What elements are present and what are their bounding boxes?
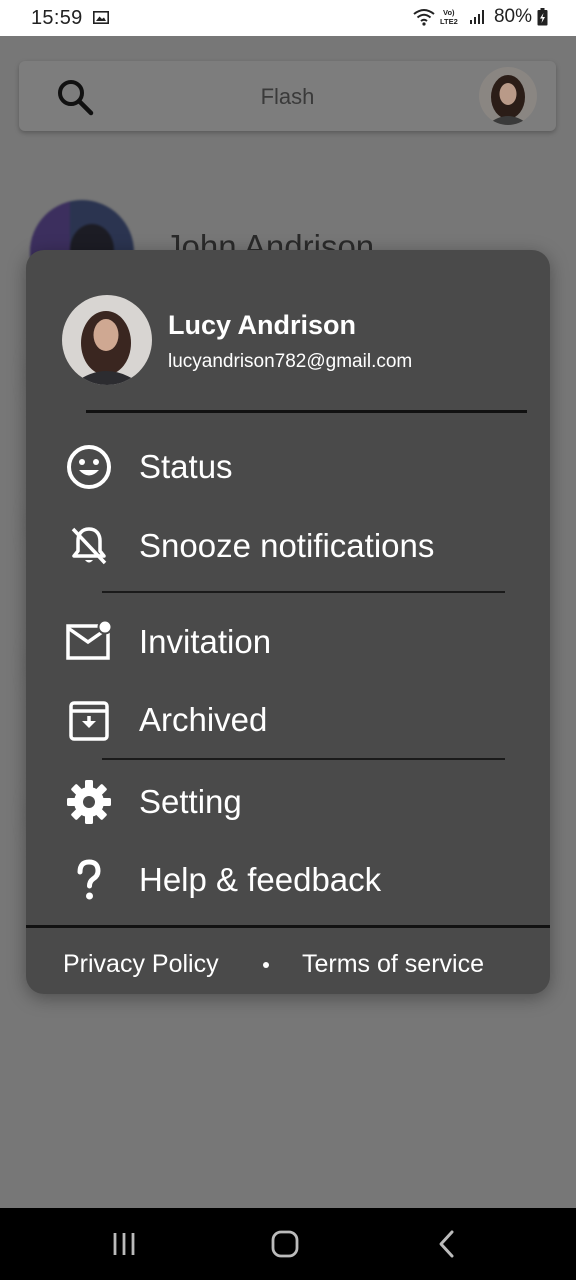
menu-label: Setting [139,783,242,820]
profile-avatar[interactable] [479,67,537,125]
menu-item-archived[interactable]: Archived [26,684,550,754]
menu-label: Snooze notifications [139,527,435,564]
menu-item-setting[interactable]: Setting [26,766,550,836]
footer-divider [26,925,550,928]
divider [102,591,505,593]
account-menu: Lucy Andrison lucyandrison782@gmail.com … [26,250,550,994]
archive-icon [69,701,109,741]
status-bar: 15:59 Vo) LTE2 80% [0,0,576,36]
smiley-icon [67,445,111,489]
volte-icon: Vo) LTE2 [440,8,458,26]
question-icon [77,859,101,900]
mail-unread-icon [66,619,113,660]
menu-item-status[interactable]: Status [26,431,550,501]
notifications-off-icon [71,527,107,565]
gallery-icon [93,11,109,24]
status-icons: Vo) LTE2 80% [413,6,548,28]
privacy-policy-link[interactable]: Privacy Policy [63,950,219,979]
menu-label: Archived [139,701,268,738]
signal-icon [469,10,484,24]
gear-icon [67,780,111,824]
back-icon[interactable] [427,1228,467,1260]
divider [102,758,505,760]
battery-percent: 80% [493,6,532,27]
menu-label: Invitation [139,623,272,660]
user-name: Lucy Andrison [168,310,357,340]
menu-item-snooze-notifications[interactable]: Snooze notifications [26,510,550,580]
status-time: 15:59 [31,7,83,29]
battery-charging-icon [537,8,548,26]
user-email: lucyandrison782@gmail.com [168,351,413,372]
user-avatar[interactable] [62,295,152,385]
svg-text:Vo): Vo) [443,8,455,17]
terms-of-service-link[interactable]: Terms of service [302,950,484,979]
search-bar[interactable]: Flash [19,61,556,131]
home-icon[interactable] [265,1228,305,1260]
menu-item-help-feedback[interactable]: Help & feedback [26,844,550,914]
menu-item-invitation[interactable]: Invitation [26,606,550,676]
navigation-bar [0,1208,576,1280]
divider [86,410,527,413]
separator-dot [263,962,269,968]
svg-text:LTE2: LTE2 [440,17,458,26]
wifi-icon [413,9,435,26]
recent-apps-icon[interactable] [104,1228,144,1260]
search-placeholder[interactable]: Flash [19,84,556,110]
menu-label: Help & feedback [139,861,382,898]
menu-label: Status [139,448,233,485]
